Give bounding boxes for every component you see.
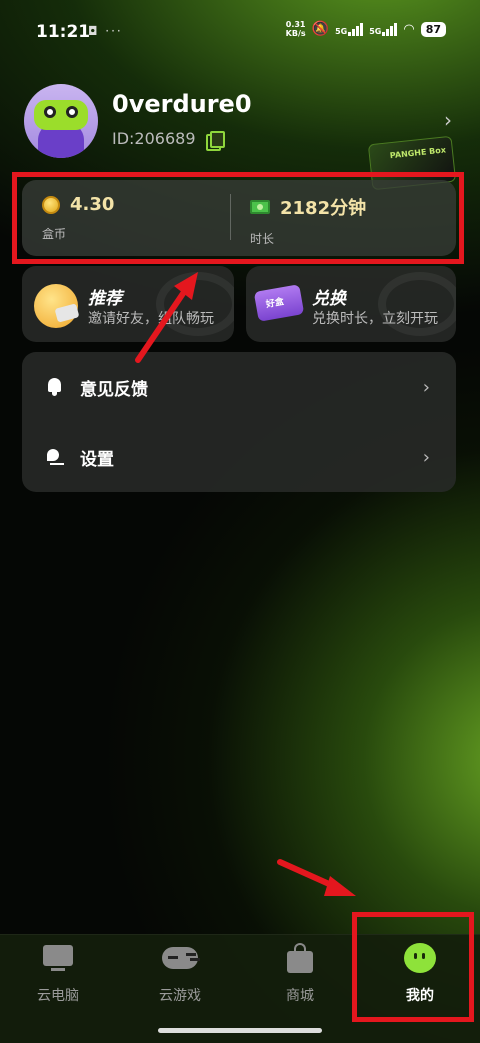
bottom-nav: 云电脑 云游戏 商城 我的 — [0, 934, 480, 1043]
menu-item-settings[interactable]: 设置 › — [22, 422, 456, 492]
nav-me[interactable]: 我的 — [370, 943, 470, 1005]
avatar[interactable] — [24, 84, 98, 158]
recommend-subtitle: 邀请好友，组队畅玩 — [88, 311, 214, 327]
coin-icon — [42, 195, 60, 214]
wifi-icon: ◠ — [403, 21, 415, 37]
ticket-icon: 好盒 — [253, 284, 305, 322]
network-speed: 0.31 KB/s — [285, 20, 306, 38]
nav-label: 云电脑 — [37, 988, 79, 1004]
bell-icon — [46, 378, 64, 396]
shopping-bag-icon — [287, 943, 313, 973]
recommend-title: 推荐 — [88, 289, 122, 309]
gamepad-icon — [162, 943, 198, 973]
redeem-subtitle: 兑换时长，立刻开玩 — [312, 311, 438, 327]
user-id: ID:206689 — [112, 129, 196, 148]
status-indicators: 0.31 KB/s 🔕 5G 5G ◠ 87 — [286, 20, 446, 38]
nav-cloud-pc[interactable]: 云电脑 — [8, 943, 108, 1005]
cash-icon — [250, 200, 270, 214]
battery-indicator: 87 — [420, 21, 446, 37]
recommend-card[interactable]: 推荐 邀请好友，组队畅玩 — [22, 266, 234, 342]
nav-label: 云游戏 — [159, 988, 201, 1004]
time-label: 时长 — [250, 232, 275, 246]
nav-cloud-game[interactable]: 云游戏 — [130, 943, 230, 1005]
signal-sim2-icon: 5G — [369, 22, 398, 36]
time-value: 2182分钟 — [280, 198, 367, 219]
nav-store[interactable]: 商城 — [250, 943, 350, 1005]
megaphone-emoji-icon — [34, 284, 78, 328]
monitor-icon — [43, 943, 73, 973]
pen-icon — [46, 448, 64, 466]
divider — [230, 194, 231, 240]
status-notification-icons: ◘ ··· — [88, 24, 123, 38]
signal-sim1-icon: 5G — [335, 22, 364, 36]
status-time: 11:21 — [36, 22, 91, 42]
chevron-right-icon: › — [422, 446, 430, 468]
status-bar: 11:21 ◘ ··· 0.31 KB/s 🔕 5G 5G ◠ 87 — [0, 0, 480, 62]
home-indicator[interactable] — [158, 1028, 322, 1033]
coins-value: 4.30 — [70, 194, 115, 215]
menu-item-label: 意见反馈 — [80, 379, 148, 400]
smiley-icon — [404, 943, 436, 973]
time-balance[interactable]: 2182分钟 时长 — [250, 194, 366, 247]
redeem-title: 兑换 — [312, 289, 346, 309]
chevron-right-icon[interactable]: › — [444, 108, 452, 132]
nav-label: 我的 — [406, 988, 434, 1004]
redeem-card[interactable]: 好盒 兑换 兑换时长，立刻开玩 — [246, 266, 456, 342]
annotation-arrow — [277, 859, 356, 896]
username: 0verdure0 — [112, 90, 252, 118]
chevron-right-icon: › — [422, 376, 430, 398]
user-id-row: ID:206689 — [112, 129, 225, 151]
settings-menu: 意见反馈 › 设置 › — [22, 352, 456, 492]
menu-item-feedback[interactable]: 意见反馈 › — [22, 352, 456, 422]
nav-label: 商城 — [286, 988, 314, 1004]
balance-card: 4.30 盒币 2182分钟 时长 — [22, 180, 456, 256]
coins-balance[interactable]: 4.30 盒币 — [42, 194, 114, 242]
copy-icon[interactable] — [205, 130, 225, 151]
menu-item-label: 设置 — [80, 449, 114, 470]
coins-label: 盒币 — [42, 227, 67, 241]
mute-icon: 🔕 — [311, 21, 330, 37]
